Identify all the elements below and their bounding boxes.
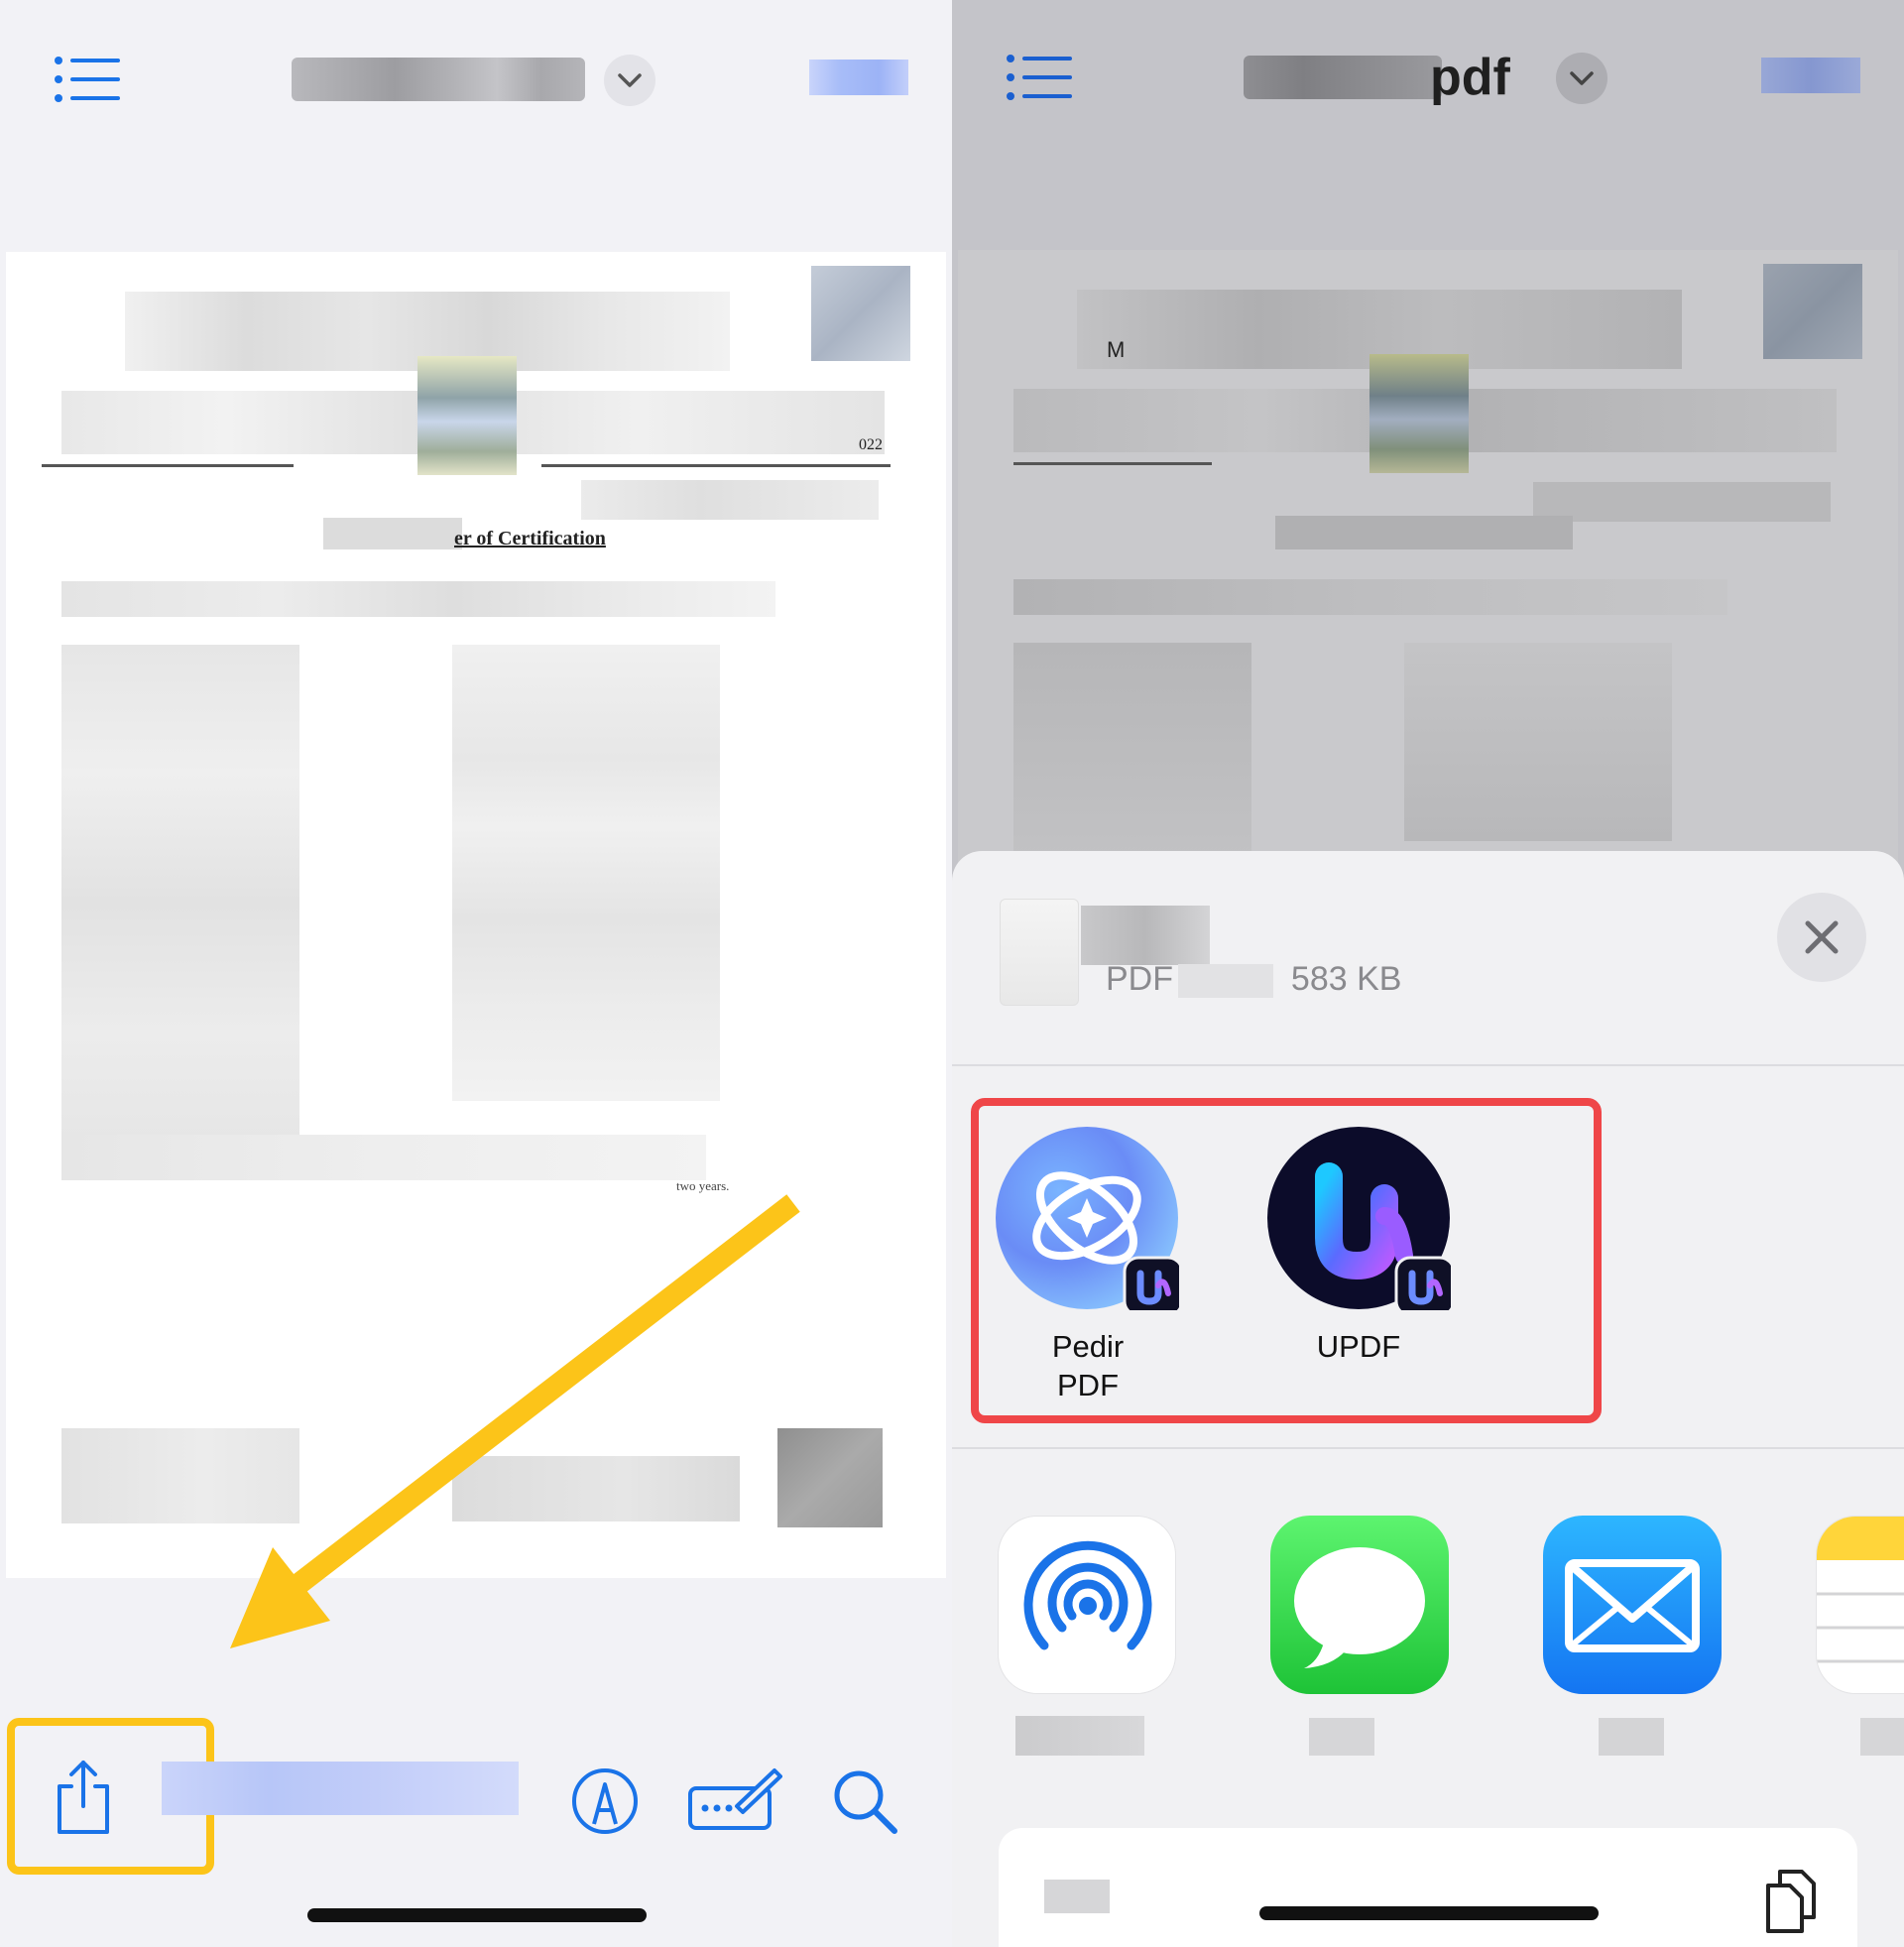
messages-label-blurred bbox=[1309, 1718, 1374, 1756]
share-sheet: PDF 583 KB Pedir PDF UPDF bbox=[952, 851, 1904, 1947]
apps-highlight-box bbox=[971, 1098, 1602, 1423]
file-date-blurred bbox=[1178, 964, 1274, 999]
airdrop-target[interactable] bbox=[998, 1516, 1176, 1694]
airdrop-label-blurred bbox=[1015, 1716, 1144, 1756]
sheet-divider bbox=[952, 1447, 1904, 1449]
title-chevron-button[interactable] bbox=[1556, 53, 1607, 104]
close-button[interactable] bbox=[1777, 893, 1866, 982]
doc-fragment-m: M bbox=[1107, 337, 1126, 362]
page-indicator-blurred bbox=[162, 1762, 519, 1815]
file-name-blurred bbox=[1081, 906, 1210, 965]
file-size: 583 KB bbox=[1290, 960, 1402, 998]
file-type: PDF bbox=[1106, 960, 1173, 998]
home-indicator bbox=[1259, 1906, 1599, 1920]
notes-icon bbox=[1817, 1517, 1904, 1663]
mail-label-blurred bbox=[1599, 1718, 1664, 1756]
copy-label-blurred bbox=[1044, 1880, 1110, 1913]
mail-target[interactable] bbox=[1543, 1516, 1722, 1694]
document-title-blurred bbox=[1244, 56, 1442, 99]
close-icon bbox=[1805, 920, 1839, 954]
chevron-down-icon bbox=[1570, 71, 1594, 85]
right-screen: pdf M PDF 583 KB Pedir PDF UPDF bbox=[952, 0, 1904, 1947]
notes-label-blurred bbox=[1860, 1718, 1904, 1756]
list-icon[interactable] bbox=[1007, 54, 1072, 101]
document-title-fragment: pdf bbox=[1430, 49, 1510, 106]
share-icon[interactable] bbox=[54, 1759, 113, 1836]
file-meta: PDF 583 KB bbox=[1106, 960, 1401, 999]
markup-pen-icon[interactable] bbox=[570, 1766, 640, 1836]
signature-icon[interactable] bbox=[687, 1763, 782, 1832]
messages-icon bbox=[1294, 1547, 1425, 1668]
notes-target[interactable] bbox=[1816, 1516, 1904, 1694]
home-indicator bbox=[307, 1908, 647, 1922]
copy-action-card[interactable] bbox=[999, 1828, 1857, 1947]
file-thumbnail bbox=[1000, 899, 1079, 1006]
yellow-arrow-annotation bbox=[230, 1194, 800, 1648]
document-page-dimmed: M bbox=[958, 250, 1898, 865]
messages-target[interactable] bbox=[1270, 1516, 1449, 1694]
left-screen: 022 er of Certification two years. bbox=[0, 0, 952, 1947]
copy-icon bbox=[1766, 1870, 1816, 1933]
done-button-blurred[interactable] bbox=[1761, 58, 1860, 93]
airdrop-icon bbox=[1023, 1540, 1152, 1650]
search-icon[interactable] bbox=[831, 1767, 900, 1837]
mail-icon bbox=[1565, 1559, 1700, 1652]
sheet-divider bbox=[952, 1064, 1904, 1066]
